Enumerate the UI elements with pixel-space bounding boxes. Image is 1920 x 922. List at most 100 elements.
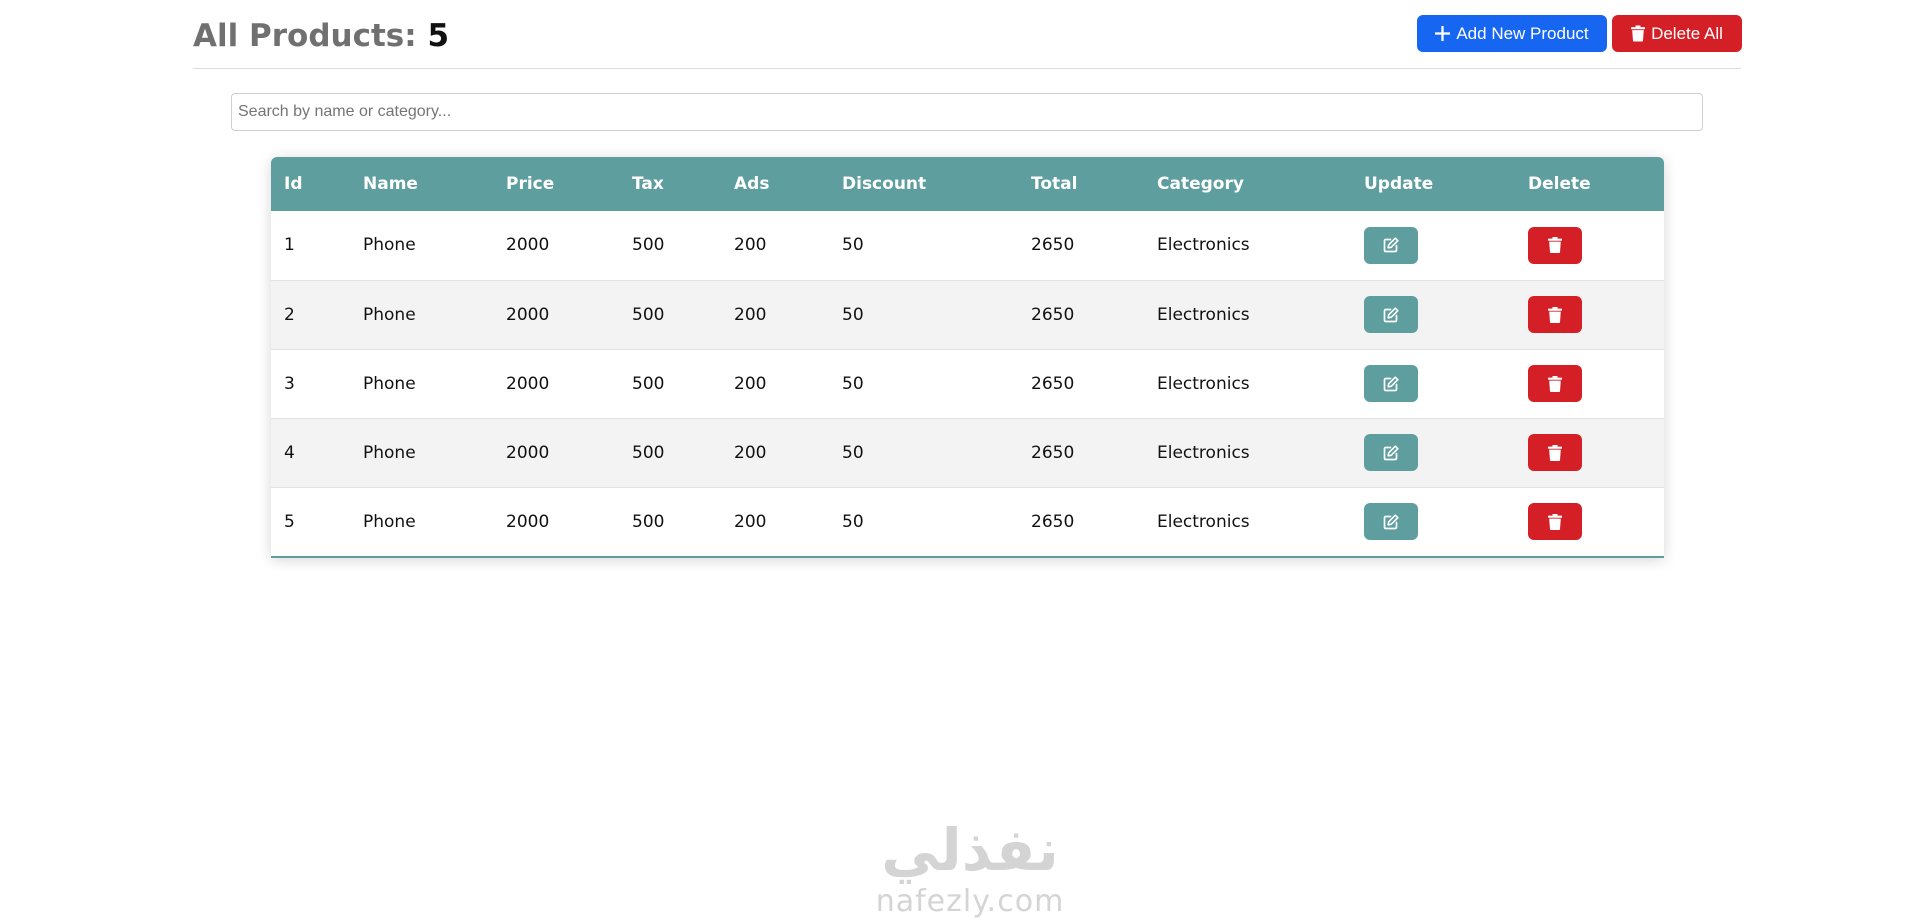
trash-icon [1548, 375, 1562, 392]
table-body: 1 Phone 2000 500 200 50 2650 Electronics [271, 211, 1664, 556]
column-header-tax: Tax [632, 174, 664, 194]
product-count: 5 [427, 18, 450, 54]
column-header-total: Total [1031, 174, 1078, 194]
edit-icon [1383, 514, 1399, 530]
cell-total: 2650 [1031, 442, 1075, 463]
cell-ads: 200 [734, 373, 767, 394]
cell-total: 2650 [1031, 373, 1075, 394]
cell-delete [1515, 487, 1664, 556]
table-row: 1 Phone 2000 500 200 50 2650 Electronics [271, 211, 1664, 280]
cell-update [1351, 418, 1515, 487]
column-header-discount: Discount [842, 174, 927, 194]
edit-icon [1383, 375, 1399, 391]
cell-name: Phone [363, 511, 416, 532]
cell-id: 4 [284, 442, 295, 463]
add-new-product-label: Add New Product [1456, 23, 1589, 43]
column-header-ads: Ads [734, 174, 770, 194]
cell-id: 2 [284, 304, 295, 325]
cell-tax: 500 [632, 304, 665, 325]
cell-price: 2000 [506, 304, 550, 325]
cell-discount: 50 [842, 511, 864, 532]
column-header-delete: Delete [1528, 174, 1591, 194]
cell-tax: 500 [632, 235, 665, 256]
cell-update [1351, 349, 1515, 418]
update-button[interactable] [1364, 434, 1418, 471]
delete-all-label: Delete All [1651, 23, 1723, 43]
cell-price: 2000 [506, 442, 550, 463]
page-header: All Products: 5 Add New Product Delete A… [193, 0, 1742, 69]
cell-ads: 200 [734, 304, 767, 325]
cell-price: 2000 [506, 511, 550, 532]
table-row: 5 Phone 2000 500 200 50 2650 Electronics [271, 487, 1664, 556]
search-input[interactable] [231, 93, 1703, 131]
cell-tax: 500 [632, 373, 665, 394]
delete-button[interactable] [1528, 503, 1582, 541]
edit-icon [1383, 306, 1399, 322]
cell-total: 2650 [1031, 304, 1075, 325]
cell-discount: 50 [842, 442, 864, 463]
cell-ads: 200 [734, 511, 767, 532]
cell-update [1351, 280, 1515, 349]
watermark-latin: nafezly.com [875, 884, 1065, 919]
table-row: 3 Phone 2000 500 200 50 2650 Electronics [271, 349, 1664, 418]
cell-category: Electronics [1157, 442, 1250, 463]
cell-price: 2000 [506, 235, 550, 256]
cell-id: 1 [284, 235, 295, 256]
cell-category: Electronics [1157, 304, 1250, 325]
cell-name: Phone [363, 442, 416, 463]
cell-discount: 50 [842, 304, 864, 325]
column-header-update: Update [1364, 174, 1434, 194]
table-header: Id Name Price Tax Ads Discount Total Cat… [271, 157, 1664, 211]
cell-delete [1515, 211, 1664, 280]
column-header-category: Category [1157, 174, 1244, 194]
delete-all-button[interactable]: Delete All [1612, 15, 1742, 52]
add-new-product-button[interactable]: Add New Product [1417, 15, 1607, 52]
cell-discount: 50 [842, 373, 864, 394]
cell-total: 2650 [1031, 511, 1075, 532]
cell-total: 2650 [1031, 235, 1075, 256]
column-header-id: Id [284, 174, 303, 194]
delete-button[interactable] [1528, 296, 1582, 333]
delete-button[interactable] [1528, 434, 1582, 471]
cell-delete [1515, 349, 1664, 418]
trash-icon [1548, 444, 1562, 461]
cell-delete [1515, 418, 1664, 487]
update-button[interactable] [1364, 296, 1418, 333]
cell-ads: 200 [734, 442, 767, 463]
nafezly-watermark: نفذلي nafezly.com [855, 815, 1085, 919]
update-button[interactable] [1364, 365, 1418, 402]
trash-icon [1548, 237, 1562, 254]
delete-button[interactable] [1528, 365, 1582, 402]
cell-id: 3 [284, 373, 295, 394]
cell-update [1351, 211, 1515, 280]
trash-icon [1548, 306, 1562, 323]
cell-id: 5 [284, 511, 295, 532]
delete-button[interactable] [1528, 226, 1582, 264]
cell-update [1351, 487, 1515, 556]
cell-name: Phone [363, 235, 416, 256]
cell-discount: 50 [842, 235, 864, 256]
cell-tax: 500 [632, 442, 665, 463]
cell-name: Phone [363, 304, 416, 325]
cell-ads: 200 [734, 235, 767, 256]
cell-price: 2000 [506, 373, 550, 394]
table-row: 2 Phone 2000 500 200 50 2650 Electronics [271, 280, 1664, 349]
column-header-price: Price [506, 174, 555, 194]
products-table: Id Name Price Tax Ads Discount Total Cat… [271, 157, 1664, 556]
cell-name: Phone [363, 373, 416, 394]
trash-icon [1631, 25, 1646, 42]
update-button[interactable] [1364, 503, 1418, 541]
cell-category: Electronics [1157, 235, 1250, 256]
trash-icon [1548, 513, 1562, 530]
column-header-name: Name [363, 174, 418, 194]
table-header-row: Id Name Price Tax Ads Discount Total Cat… [271, 157, 1664, 211]
table-row: 4 Phone 2000 500 200 50 2650 Electronics [271, 418, 1664, 487]
cell-tax: 500 [632, 511, 665, 532]
products-table-container: Id Name Price Tax Ads Discount Total Cat… [271, 157, 1664, 558]
update-button[interactable] [1364, 226, 1418, 264]
cell-category: Electronics [1157, 373, 1250, 394]
cell-delete [1515, 280, 1664, 349]
edit-icon [1383, 237, 1399, 253]
page-title: All Products: 5 [193, 14, 449, 58]
title-label: All Products: [193, 18, 417, 54]
